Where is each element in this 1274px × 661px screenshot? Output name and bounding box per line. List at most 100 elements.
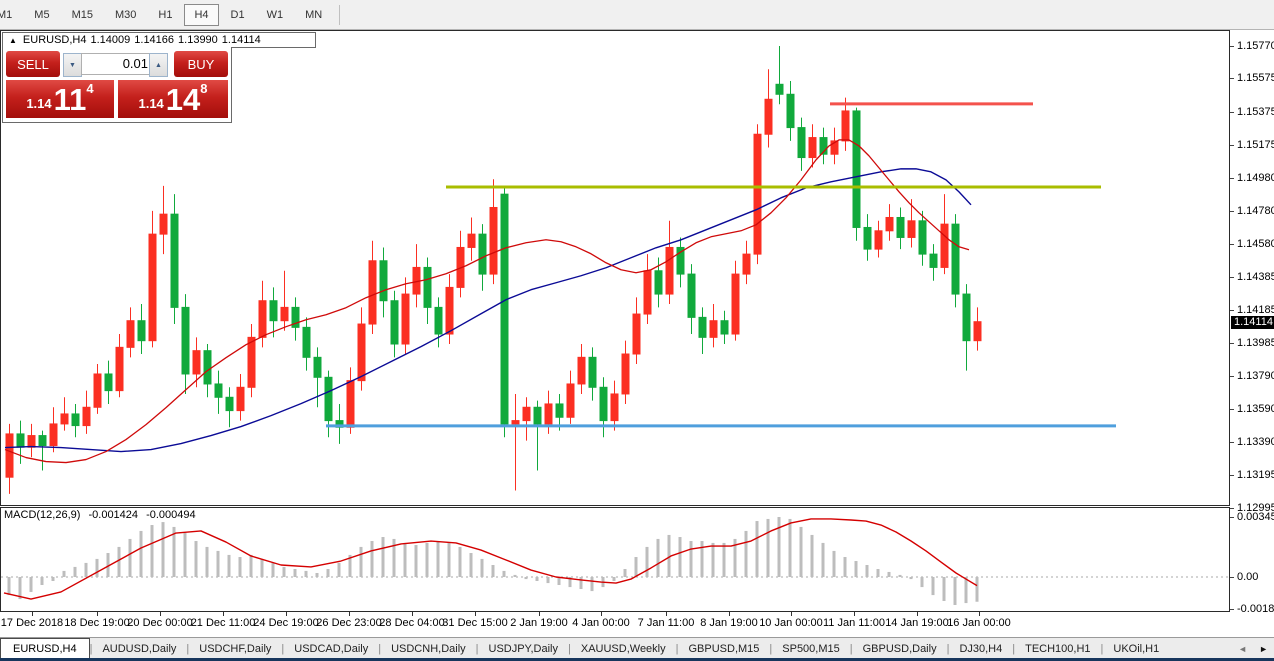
axis-tick bbox=[1230, 244, 1234, 245]
macd-name: MACD(12,26,9) bbox=[4, 509, 80, 521]
price-axis-label: 1.13590 bbox=[1237, 403, 1274, 415]
macd-chart bbox=[1, 508, 1229, 611]
time-tick bbox=[286, 612, 287, 616]
bid-price-tile[interactable]: 1.14 11 4 bbox=[6, 80, 114, 118]
price-axis-label: 1.13390 bbox=[1237, 436, 1274, 448]
chart-tab-bar: EURUSD,H4 |AUDUSD,Daily|USDCHF,Daily|USD… bbox=[0, 637, 1274, 659]
macd-main-value: -0.001424 bbox=[88, 509, 138, 521]
price-axis-label: 1.15770 bbox=[1237, 40, 1274, 52]
ask-price-sup: 8 bbox=[200, 81, 207, 96]
axis-tick bbox=[1230, 78, 1234, 79]
axis-tick bbox=[1230, 609, 1234, 610]
price-axis-label: 1.14185 bbox=[1237, 304, 1274, 316]
price-axis-label: 1.14580 bbox=[1237, 238, 1274, 250]
time-tick bbox=[666, 612, 667, 616]
tab-ukoil[interactable]: UKOil,H1 bbox=[1103, 638, 1169, 659]
ask-price-tile[interactable]: 1.14 14 8 bbox=[118, 80, 228, 118]
tab-items: |AUDUSD,Daily|USDCHF,Daily|USDCAD,Daily|… bbox=[90, 638, 1170, 659]
axis-tick bbox=[1230, 517, 1234, 518]
tab-scroll-right-icon[interactable]: ► bbox=[1259, 644, 1268, 654]
macd-axis-label: 0.003452 bbox=[1237, 511, 1274, 523]
axis-tick bbox=[1230, 577, 1234, 578]
one-click-trade-panel: SELL ▼ 0.01 ▲ BUY 1.14 11 4 1.14 14 8 bbox=[2, 47, 232, 123]
timeframe-m30-button[interactable]: M30 bbox=[105, 4, 146, 26]
price-axis-label: 1.14980 bbox=[1237, 172, 1274, 184]
axis-tick bbox=[1230, 310, 1234, 311]
buy-button[interactable]: BUY bbox=[174, 51, 228, 77]
ohlc-close: 1.14114 bbox=[222, 34, 261, 46]
price-axis[interactable]: 1.157701.155751.153751.151751.149801.147… bbox=[1230, 30, 1274, 612]
toolbar-separator bbox=[339, 5, 340, 25]
time-tick bbox=[349, 612, 350, 616]
price-axis-label: 1.15175 bbox=[1237, 139, 1274, 151]
time-tick bbox=[601, 612, 602, 616]
trade-controls-row: SELL ▼ 0.01 ▲ BUY bbox=[3, 51, 231, 77]
axis-tick bbox=[1230, 211, 1234, 212]
tab-eurusd-active[interactable]: EURUSD,H4 bbox=[0, 638, 90, 659]
axis-tick bbox=[1230, 508, 1234, 509]
chart-title-bar: ▲ EURUSD,H4 1.14009 1.14166 1.13990 1.14… bbox=[2, 32, 316, 48]
tab-scroll-left-icon[interactable]: ◄ bbox=[1238, 644, 1247, 654]
timeframe-h1-button[interactable]: H1 bbox=[148, 4, 182, 26]
axis-tick bbox=[1230, 409, 1234, 410]
tab-gbpusd[interactable]: GBPUSD,Daily bbox=[853, 638, 947, 659]
bid-price-prefix: 1.14 bbox=[26, 96, 51, 111]
axis-tick bbox=[1230, 475, 1234, 476]
macd-axis-label: 0.00 bbox=[1237, 571, 1258, 583]
time-tick bbox=[160, 612, 161, 616]
tab-audusd[interactable]: AUDUSD,Daily bbox=[92, 638, 186, 659]
tab-usdjpy[interactable]: USDJPY,Daily bbox=[479, 638, 569, 659]
price-axis-label: 1.14385 bbox=[1237, 271, 1274, 283]
ohlc-high: 1.14166 bbox=[134, 34, 174, 46]
tab-xauusd[interactable]: XAUUSD,Weekly bbox=[571, 638, 676, 659]
time-tick bbox=[97, 612, 98, 616]
timeframe-h4-button[interactable]: H4 bbox=[184, 4, 218, 26]
axis-tick bbox=[1230, 277, 1234, 278]
volume-increase-icon[interactable]: ▲ bbox=[149, 53, 168, 77]
timeframe-w1-button[interactable]: W1 bbox=[257, 4, 294, 26]
macd-label-row: MACD(12,26,9) -0.001424 -0.000494 bbox=[4, 509, 201, 521]
volume-input[interactable]: 0.01 bbox=[81, 53, 153, 75]
timeframe-mn-button[interactable]: MN bbox=[295, 4, 332, 26]
tab-tech100[interactable]: TECH100,H1 bbox=[1015, 638, 1100, 659]
macd-signal-value: -0.000494 bbox=[146, 509, 196, 521]
tab-gbpusd[interactable]: GBPUSD,M15 bbox=[678, 638, 769, 659]
timeframe-m5-button[interactable]: M5 bbox=[24, 4, 59, 26]
bid-price-sup: 4 bbox=[86, 81, 93, 96]
time-tick bbox=[539, 612, 540, 616]
ohlc-open: 1.14009 bbox=[91, 34, 131, 46]
ohlc-low: 1.13990 bbox=[178, 34, 218, 46]
axis-tick bbox=[1230, 442, 1234, 443]
tab-sp500[interactable]: SP500,M15 bbox=[772, 638, 849, 659]
price-axis-label: 1.13195 bbox=[1237, 469, 1274, 481]
tab-dj30[interactable]: DJ30,H4 bbox=[949, 638, 1012, 659]
tab-usdcad[interactable]: USDCAD,Daily bbox=[284, 638, 378, 659]
time-tick bbox=[475, 612, 476, 616]
time-tick bbox=[412, 612, 413, 616]
time-axis[interactable]: 17 Dec 201818 Dec 19:0020 Dec 00:0021 De… bbox=[0, 612, 1274, 636]
timeframe-m15-button[interactable]: M15 bbox=[62, 4, 103, 26]
tab-usdchf[interactable]: USDCHF,Daily bbox=[189, 638, 281, 659]
sell-button[interactable]: SELL bbox=[6, 51, 60, 77]
axis-tick bbox=[1230, 376, 1234, 377]
timeframe-m1-button[interactable]: M1 bbox=[0, 4, 22, 26]
axis-tick bbox=[1230, 46, 1234, 47]
tab-scroll-arrows: ◄ ► bbox=[1238, 638, 1268, 659]
time-tick bbox=[32, 612, 33, 616]
macd-indicator-panel[interactable] bbox=[0, 507, 1230, 612]
chart-symbol-title: EURUSD,H4 bbox=[23, 34, 87, 46]
timeframe-d1-button[interactable]: D1 bbox=[221, 4, 255, 26]
bid-price-big: 11 bbox=[54, 85, 87, 115]
axis-tick bbox=[1230, 145, 1234, 146]
price-axis-label: 1.13985 bbox=[1237, 337, 1274, 349]
timeframe-toolbar: M1M5M15M30H1H4D1W1MN bbox=[0, 0, 1274, 30]
current-price-box: 1.14114 bbox=[1231, 316, 1274, 329]
collapse-panel-icon[interactable]: ▲ bbox=[9, 36, 17, 45]
trading-platform-window: M1M5M15M30H1H4D1W1MN ▲ EURUSD,H4 1.14009… bbox=[0, 0, 1274, 661]
price-axis-label: 1.15575 bbox=[1237, 72, 1274, 84]
tab-usdcnh[interactable]: USDCNH,Daily bbox=[381, 638, 476, 659]
time-tick bbox=[729, 612, 730, 616]
ask-price-big: 14 bbox=[166, 85, 200, 115]
volume-decrease-icon[interactable]: ▼ bbox=[63, 53, 82, 77]
price-axis-label: 1.13790 bbox=[1237, 370, 1274, 382]
